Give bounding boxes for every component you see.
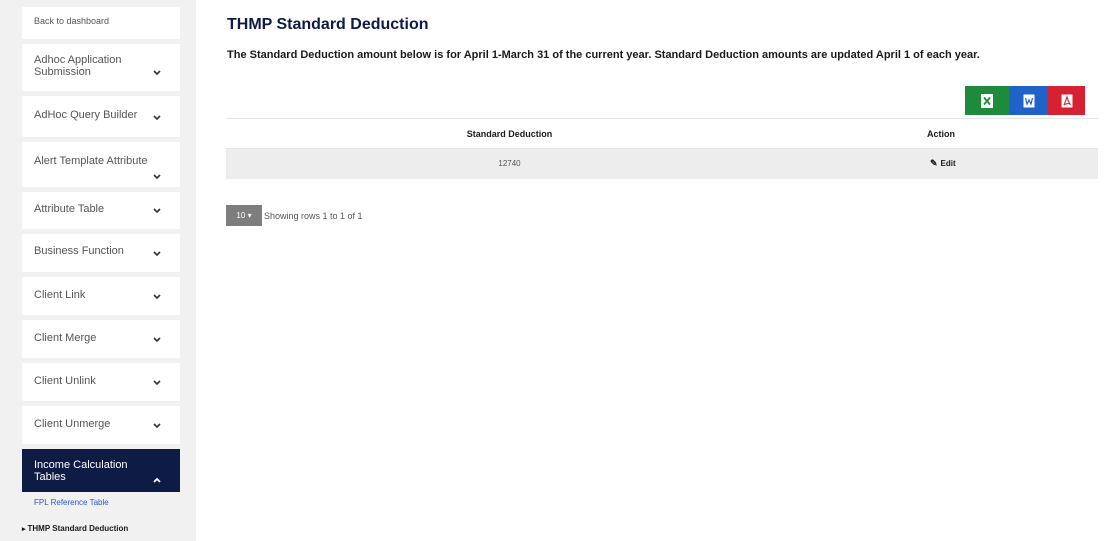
chevron-up-icon xyxy=(152,473,166,487)
standard-deduction-cell: 12740 xyxy=(226,148,793,179)
chevron-down-icon xyxy=(152,111,166,125)
caret-down-icon: ▾ xyxy=(247,211,252,220)
chevron-down-icon xyxy=(152,170,166,184)
sidebar-item-label: Alert Template Attribute xyxy=(34,155,148,167)
sidebar-item-client-unmerge[interactable]: Client Unmerge xyxy=(22,401,180,444)
sidebar-item-client-unlink[interactable]: Client Unlink xyxy=(22,358,180,401)
page-description: The Standard Deduction amount below is f… xyxy=(227,49,980,61)
chevron-down-icon xyxy=(152,247,166,261)
submenu-item-current[interactable]: ▸ THMP Standard Deduction xyxy=(22,524,128,533)
table-header-row: Standard Deduction Action xyxy=(226,118,1098,149)
sidebar-item-attribute-table[interactable]: Attribute Table xyxy=(22,187,180,229)
chevron-down-icon xyxy=(152,66,166,80)
edit-label: Edit xyxy=(940,159,956,169)
sidebar-item-label: Client Link xyxy=(34,289,86,301)
caret-right-icon: ▸ xyxy=(22,526,26,533)
sidebar-item-income-calculation-tables[interactable]: Income Calculation Tables xyxy=(22,444,180,492)
sidebar-item-label: AdHoc Query Builder xyxy=(34,109,138,121)
column-header-action: Action xyxy=(793,118,1098,149)
pagination: 10 ▾ Showing rows 1 to 1 of 1 xyxy=(226,205,363,226)
sidebar-item-client-link[interactable]: Client Link xyxy=(22,272,180,315)
sidebar-item-label: Attribute Table xyxy=(34,203,105,215)
sidebar-item-label: Client Merge xyxy=(34,332,97,344)
sidebar-item-alert-template-attribute[interactable]: Alert Template Attribute xyxy=(22,137,180,187)
sidebar-item-label: Business Function xyxy=(34,245,124,257)
table-row: 12740 ✎ Edit xyxy=(226,148,1098,179)
sidebar-item-label: Income Calculation Tables xyxy=(34,459,128,483)
column-header-standard-deduction[interactable]: Standard Deduction xyxy=(226,118,793,149)
sidebar-item-client-merge[interactable]: Client Merge xyxy=(22,315,180,358)
pagination-info: Showing rows 1 to 1 of 1 xyxy=(264,210,363,221)
excel-icon xyxy=(981,93,993,108)
word-icon xyxy=(1023,94,1034,107)
sidebar-item-business-function[interactable]: Business Function xyxy=(22,229,180,272)
page-size-value: 10 xyxy=(236,211,246,220)
standard-deduction-table: Standard Deduction Action 12740 ✎ Edit xyxy=(226,118,1098,179)
chevron-down-icon xyxy=(152,419,166,433)
sidebar-item-label: Client Unlink xyxy=(34,375,96,387)
page-size-select[interactable]: 10 ▾ xyxy=(226,205,262,226)
submenu-link-fpl-reference-table[interactable]: FPL Reference Table xyxy=(34,498,180,507)
sidebar-item-adhoc-query-builder[interactable]: AdHoc Query Builder xyxy=(22,91,180,137)
page-title: THMP Standard Deduction xyxy=(227,16,429,33)
back-to-dashboard-link[interactable]: Back to dashboard xyxy=(22,7,180,39)
action-cell: ✎ Edit xyxy=(793,148,1098,179)
sidebar-item-label: Adhoc Application Submission xyxy=(34,54,122,78)
sidebar-item-label: Client Unmerge xyxy=(34,418,111,430)
chevron-down-icon xyxy=(152,376,166,390)
submenu-current-label: THMP Standard Deduction xyxy=(27,524,129,533)
sidebar: Back to dashboard Adhoc Application Subm… xyxy=(0,0,196,541)
export-word-button[interactable] xyxy=(1009,86,1048,115)
chevron-down-icon xyxy=(152,204,166,218)
sidebar-item-adhoc-application-submission[interactable]: Adhoc Application Submission xyxy=(22,39,180,91)
edit-button[interactable]: ✎ Edit xyxy=(930,158,956,169)
export-excel-button[interactable] xyxy=(965,86,1009,115)
submenu: FPL Reference Table xyxy=(22,492,180,507)
export-pdf-button[interactable] xyxy=(1048,86,1085,115)
pencil-icon: ✎ xyxy=(930,158,938,169)
chevron-down-icon xyxy=(152,290,166,304)
sidebar-menu: Back to dashboard Adhoc Application Subm… xyxy=(22,7,180,519)
chevron-down-icon xyxy=(152,333,166,347)
export-toolbar xyxy=(965,86,1085,115)
pdf-icon xyxy=(1061,94,1072,107)
